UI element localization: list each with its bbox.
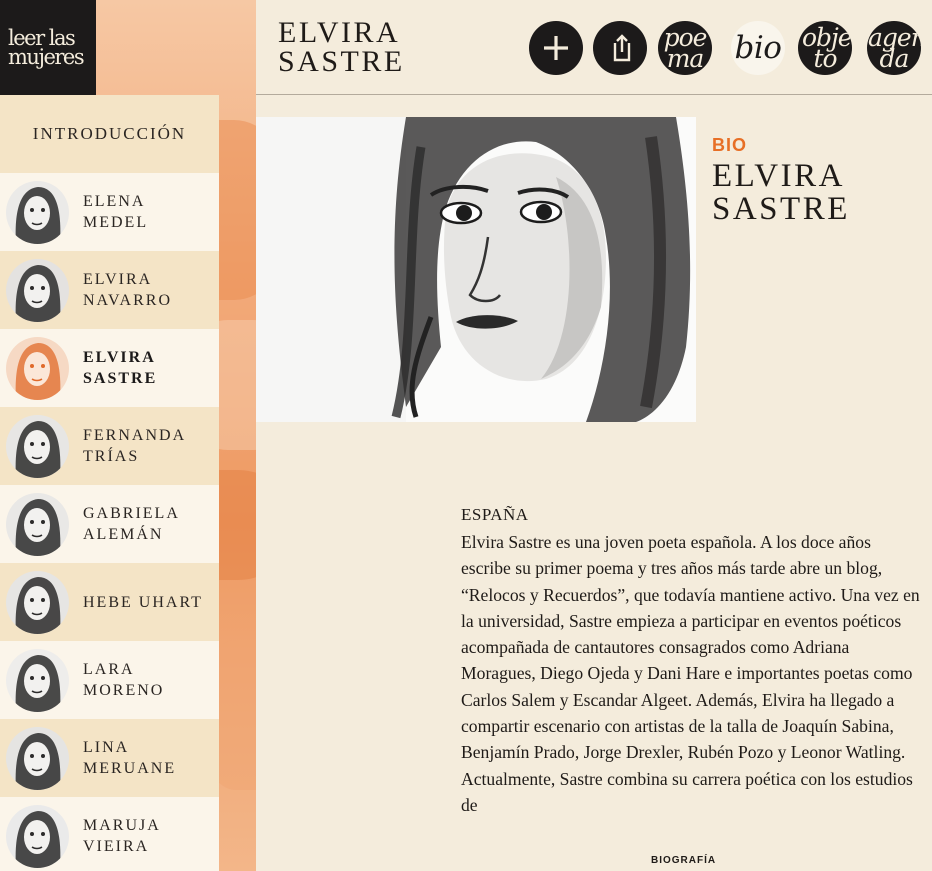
author-avatar [6,336,69,400]
plus-icon [544,36,568,60]
sidebar-item-gabriela-aleman[interactable]: GABRIELA ALEMÁN [0,485,219,563]
share-button[interactable] [593,21,647,75]
sidebar-item-label: ELVIRA SASTRE [83,349,158,387]
sidebar-item-label: MARUJA VIEIRA [83,817,160,855]
author-avatar [6,258,69,322]
author-sidebar: INTRODUCCIÓN ELENA MEDEL ELVIRA NAVARRO EL… [0,95,219,871]
agenda-label: agen da [868,23,921,73]
author-avatar [6,804,69,868]
logo-line2: mujeres [8,44,85,69]
page-title: ELVIRA SASTRE [278,16,405,78]
objeto-button[interactable]: obje to [798,21,852,75]
author-avatar [6,726,69,790]
sidebar-item-lara-moreno[interactable]: LARA MORENO [0,641,219,719]
add-button[interactable] [529,21,583,75]
objeto-label: obje to [802,23,852,73]
sidebar-item-hebe-uhart[interactable]: HEBE UHART [0,563,219,641]
author-avatar [6,648,69,712]
section-tag: BIO [712,135,748,155]
footer-section-label: BIOGRAFÍA [651,855,717,866]
sidebar-item-label: GABRIELA ALEMÁN [83,505,179,543]
author-avatar [6,414,69,478]
sidebar-item-label: FERNANDA TRÍAS [83,427,186,465]
author-country: ESPAÑA [461,505,529,524]
poema-label: poe ma [663,23,708,73]
sidebar-item-label: HEBE UHART [83,593,203,611]
author-avatar [6,570,69,634]
sidebar-item-elvira-navarro[interactable]: ELVIRA NAVARRO [0,251,219,329]
sidebar-item-label: LINA MERUANE [83,739,177,777]
poema-button[interactable]: poe ma [658,21,712,75]
author-avatar [6,180,69,244]
sidebar-item-label: LARA MORENO [83,661,165,699]
sidebar-item-elena-medel[interactable]: ELENA MEDEL [0,173,219,251]
sidebar-item-lina-meruane[interactable]: LINA MERUANE [0,719,219,797]
bio-button[interactable]: bio [731,21,785,75]
leer-las-mujeres-logo[interactable]: leer las mujeres [0,0,96,95]
sidebar-item-fernanda-trias[interactable]: FERNANDA TRÍAS [0,407,219,485]
agenda-button[interactable]: agen da [867,21,921,75]
share-icon [613,34,631,62]
biography-text[interactable]: Elvira Sastre es una joven poeta español… [461,529,923,837]
sidebar-item-introduccion[interactable]: INTRODUCCIÓN [0,95,219,173]
author-portrait [256,117,696,422]
author-list: ELENA MEDEL ELVIRA NAVARRO ELVIRA SASTRE FE… [0,173,219,871]
sidebar-item-elvira-sastre[interactable]: ELVIRA SASTRE [0,329,219,407]
sidebar-item-maruja-vieira[interactable]: MARUJA VIEIRA [0,797,219,871]
author-name-heading: ELVIRA SASTRE [712,158,850,227]
sidebar-item-label: ELVIRA NAVARRO [83,271,172,309]
header-bar: ELVIRA SASTRE poe ma bio obje to agen da [256,0,932,95]
bio-label: bio [734,29,782,66]
author-avatar [6,492,69,556]
sidebar-item-label: ELENA MEDEL [83,193,149,231]
